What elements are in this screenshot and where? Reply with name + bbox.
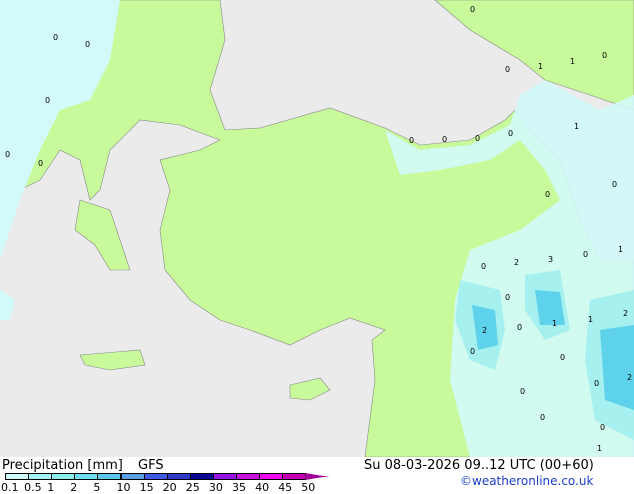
- map-value-label: 1: [538, 62, 543, 71]
- map-value-label: 0: [517, 323, 522, 332]
- map-value-label: 0: [45, 96, 50, 105]
- map-value-label: 1: [552, 319, 557, 328]
- scale-swatch: [51, 473, 76, 480]
- map-value-label: 1: [618, 245, 623, 254]
- map-value-label: 3: [548, 255, 553, 264]
- scale-tick-label: 50: [301, 481, 316, 494]
- map-value-label: 0: [583, 250, 588, 259]
- scale-tick-label: 15: [139, 481, 154, 494]
- scale-tick-label: 30: [208, 481, 223, 494]
- scale-swatch: [5, 473, 30, 480]
- map-value-label: 0: [5, 150, 10, 159]
- scale-swatch: [236, 473, 261, 480]
- map-value-label: 0: [481, 262, 486, 271]
- scale-tick-label: 2: [70, 481, 78, 494]
- scale-tick-label: 10: [116, 481, 131, 494]
- scale-swatch: [74, 473, 99, 480]
- map-value-label: 0: [470, 5, 475, 14]
- map-value-label: 0: [53, 33, 58, 42]
- scale-swatch: [97, 473, 122, 480]
- map-value-label: 2: [627, 373, 632, 382]
- map-value-label: 0: [602, 51, 607, 60]
- map-value-label: 0: [470, 347, 475, 356]
- scale-swatch: [189, 473, 214, 480]
- map-value-label: 0: [85, 40, 90, 49]
- scale-tick-label: 45: [278, 481, 293, 494]
- map-value-label: 2: [514, 258, 519, 267]
- map-value-label: 2: [623, 309, 628, 318]
- precipitation-map: 0 0 0 0 0 0 0 1 1 0 0 0 0 0 1 0 1 0 2 3 0 2 0 1 1 2 2 0 0 0 0 0 0 0 0 1: [0, 0, 634, 457]
- map-value-label: 0: [475, 134, 480, 143]
- scale-tick-label: 40: [255, 481, 270, 494]
- map-value-label: 1: [574, 122, 579, 131]
- scale-swatch: [143, 473, 168, 480]
- scale-tick-label: 0.1: [1, 481, 19, 494]
- map-value-label: 0: [600, 423, 605, 432]
- scale-swatch: [28, 473, 53, 480]
- scale-tick-label: 25: [185, 481, 200, 494]
- map-value-label: 0: [505, 65, 510, 74]
- map-value-label: 0: [38, 159, 43, 168]
- scale-swatch: [120, 473, 145, 480]
- map-value-label: 0: [409, 136, 414, 145]
- map-value-label: 1: [588, 315, 593, 324]
- map-value-label: 1: [597, 444, 602, 453]
- map-value-label: 0: [508, 129, 513, 138]
- scale-swatch: [282, 473, 307, 480]
- valid-time: Su 08-03-2026 09..12 UTC (00+60): [364, 458, 594, 473]
- scale-swatch: [259, 473, 284, 480]
- scale-tick-label: 35: [232, 481, 246, 494]
- map-value-label: 0: [520, 387, 525, 396]
- map-value-label: 0: [442, 135, 447, 144]
- model-name: GFS: [138, 458, 164, 473]
- map-value-label: 0: [560, 353, 565, 362]
- scale-tick-label: 5: [93, 481, 101, 494]
- scale-tick-label: 0.5: [24, 481, 42, 494]
- scale-swatch: [212, 473, 237, 480]
- map-value-label: 0: [545, 190, 550, 199]
- map-value-label: 2: [482, 326, 487, 335]
- map-value-label: 0: [594, 379, 599, 388]
- map-value-label: 0: [505, 293, 510, 302]
- map-value-label: 0: [612, 180, 617, 189]
- legend-title: Precipitation [mm]: [2, 458, 123, 473]
- map-value-label: 1: [570, 57, 575, 66]
- scale-tick-label: 20: [162, 481, 177, 494]
- scale-swatch: [166, 473, 191, 480]
- map-value-label: 0: [540, 413, 545, 422]
- credit-link[interactable]: ©weatheronline.co.uk: [460, 474, 593, 488]
- scale-tick-label: 1: [47, 481, 55, 494]
